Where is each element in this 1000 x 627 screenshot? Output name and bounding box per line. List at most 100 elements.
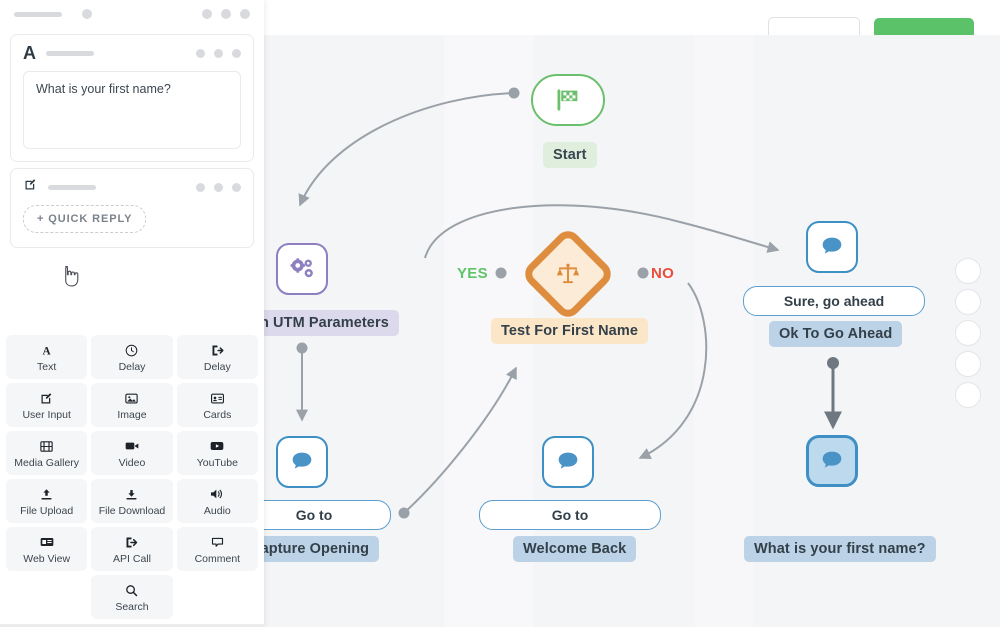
- zoom-in-button[interactable]: [955, 258, 981, 284]
- palette-item-user-input[interactable]: User Input: [6, 383, 88, 427]
- palette-item-media-gallery[interactable]: Media Gallery: [6, 431, 88, 475]
- image-icon: [124, 390, 139, 407]
- palette-label: Delay: [118, 360, 146, 373]
- node-sure-label: Ok To Go Ahead: [769, 321, 903, 347]
- film-icon: [39, 438, 54, 455]
- node-editor-panel[interactable]: A What is your first name? + QUICK REPLY: [0, 0, 264, 627]
- palette-item-search[interactable]: Search: [91, 575, 173, 619]
- chat-bubble-icon: [292, 452, 312, 469]
- palette-item-text[interactable]: A Text: [6, 335, 88, 379]
- palette-label: Media Gallery: [14, 456, 80, 469]
- palette-item-video[interactable]: Video: [91, 431, 173, 475]
- panel-title-redacted: [14, 11, 62, 17]
- zoom-controls[interactable]: [955, 258, 981, 408]
- palette-label: Text: [37, 360, 57, 373]
- palette-item-image[interactable]: Image: [91, 383, 173, 427]
- text-icon: A: [23, 42, 36, 63]
- panel-menu[interactable]: [202, 9, 250, 19]
- palette-item-file-upload[interactable]: File Upload: [6, 479, 88, 523]
- message-node-icon-box[interactable]: [542, 436, 594, 488]
- node-welcome-label: Welcome Back: [513, 536, 637, 562]
- node-palette[interactable]: A Text Delay Delay User Input Image Card…: [0, 329, 264, 627]
- message-node-icon-box[interactable]: [806, 221, 858, 273]
- text-card-menu[interactable]: [196, 48, 241, 58]
- palette-label: File Download: [98, 504, 166, 517]
- fit-screen-button[interactable]: [955, 320, 981, 346]
- svg-text:A: A: [43, 345, 52, 357]
- palette-label: Search: [115, 600, 149, 613]
- web-view-icon: [39, 534, 55, 551]
- api-call-icon: [124, 534, 139, 551]
- upload-icon: [39, 486, 54, 503]
- app-window: Start gn UTM Parameters Test For First N…: [0, 0, 1000, 627]
- condition-no-label: NO: [651, 265, 675, 282]
- palette-label: File Upload: [20, 504, 74, 517]
- node-utm[interactable]: [276, 243, 328, 295]
- card-title-redacted: [48, 184, 96, 190]
- palette-item-api-call[interactable]: API Call: [91, 527, 173, 571]
- card-title-redacted: [46, 50, 94, 56]
- clock-icon: [124, 342, 139, 359]
- palette-label: Image: [117, 408, 147, 421]
- node-capture-opening[interactable]: [276, 436, 328, 488]
- palette-grid: A Text Delay Delay User Input Image Card…: [6, 335, 258, 619]
- add-quick-reply-button[interactable]: + QUICK REPLY: [23, 205, 147, 233]
- palette-label: Delay: [203, 360, 231, 373]
- user-input-card-menu[interactable]: [196, 182, 241, 192]
- chat-bubble-icon: [822, 237, 842, 254]
- more-options-button[interactable]: [955, 382, 981, 408]
- exit-icon: [210, 342, 225, 359]
- palette-item-delay-exit[interactable]: Delay: [176, 335, 258, 379]
- youtube-icon: [209, 438, 225, 455]
- menu-dot: [232, 48, 241, 58]
- comment-icon: [210, 534, 225, 551]
- status-dot: [82, 9, 92, 19]
- reset-view-button[interactable]: [955, 351, 981, 377]
- palette-item-comment[interactable]: Comment: [176, 527, 258, 571]
- node-sure-go-ahead[interactable]: [806, 221, 858, 273]
- menu-dot: [214, 182, 223, 192]
- palette-label: Comment: [194, 552, 241, 565]
- download-icon: [124, 486, 139, 503]
- menu-dot: [221, 9, 231, 19]
- message-text-field[interactable]: What is your first name?: [23, 71, 241, 149]
- scales-icon: [556, 263, 580, 284]
- node-start[interactable]: [531, 74, 605, 126]
- chat-bubble-icon: [558, 452, 578, 469]
- checkered-flag-icon: [557, 89, 578, 111]
- node-welcome-pill[interactable]: Go to: [479, 500, 661, 530]
- palette-label: YouTube: [196, 456, 238, 469]
- menu-dot: [196, 48, 205, 58]
- gears-icon: [290, 258, 313, 278]
- menu-dot: [232, 182, 241, 192]
- utm-node-icon-box[interactable]: [276, 243, 328, 295]
- node-utm-label: gn UTM Parameters: [241, 310, 399, 336]
- text-icon: A: [39, 342, 54, 359]
- pointing-hand-cursor: [65, 266, 79, 287]
- palette-label: Cards: [203, 408, 232, 421]
- node-welcome-back[interactable]: [542, 436, 594, 488]
- speaker-icon: [209, 486, 225, 503]
- pencil-square-icon: [39, 390, 54, 407]
- condition-yes-label: YES: [457, 265, 488, 282]
- node-condition-label: Test For First Name: [491, 318, 648, 344]
- palette-item-cards[interactable]: Cards: [176, 383, 258, 427]
- zoom-out-button[interactable]: [955, 289, 981, 315]
- palette-label: API Call: [113, 552, 151, 565]
- palette-item-file-download[interactable]: File Download: [91, 479, 173, 523]
- palette-label: Video: [118, 456, 146, 469]
- palette-item-youtube[interactable]: YouTube: [176, 431, 258, 475]
- menu-dot: [240, 9, 250, 19]
- user-input-card[interactable]: + QUICK REPLY: [10, 168, 254, 248]
- message-node-icon-box[interactable]: [276, 436, 328, 488]
- start-node-icon-box[interactable]: [531, 74, 605, 126]
- palette-item-web-view[interactable]: Web View: [6, 527, 88, 571]
- palette-item-audio[interactable]: Audio: [176, 479, 258, 523]
- node-first-name[interactable]: [806, 435, 858, 487]
- message-node-icon-box-selected[interactable]: [806, 435, 858, 487]
- node-first-name-label: What is your first name?: [744, 536, 936, 562]
- menu-dot: [214, 48, 223, 58]
- palette-item-delay[interactable]: Delay: [91, 335, 173, 379]
- node-sure-pill[interactable]: Sure, go ahead: [743, 286, 925, 316]
- text-card[interactable]: A What is your first name?: [10, 34, 254, 162]
